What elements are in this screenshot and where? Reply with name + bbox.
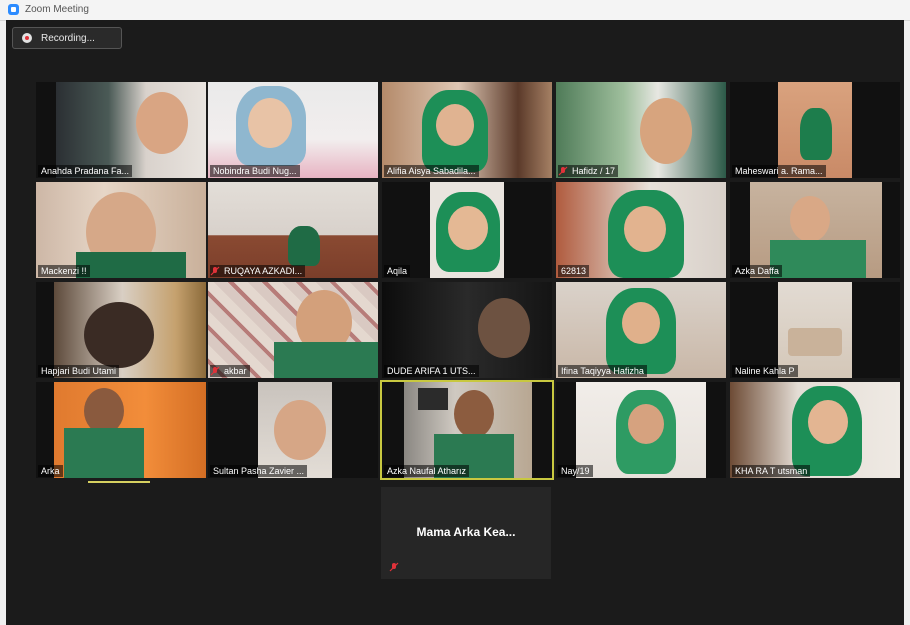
participant-name: Alifia Aisya Sabadila... xyxy=(384,165,479,177)
participant-face xyxy=(448,206,488,250)
participant-hijab xyxy=(800,108,832,160)
participant-tile[interactable]: Naline Kahla P xyxy=(730,282,900,378)
participant-name: Mackenzi !! xyxy=(38,265,90,277)
participant-video xyxy=(36,182,206,278)
participant-name: Azka Naufal Atharız xyxy=(384,465,470,477)
participant-face xyxy=(640,98,692,164)
participant-tile-no-video[interactable]: Mama Arka Kea... xyxy=(381,487,551,579)
participant-name: Sultan Pasha Zavier ... xyxy=(210,465,308,477)
muted-mic-icon xyxy=(389,562,399,572)
participant-face xyxy=(628,404,664,444)
participant-tile[interactable]: DUDE ARIFA 1 UTS... xyxy=(382,282,552,378)
participant-video xyxy=(54,382,206,478)
participant-video xyxy=(750,182,882,278)
participant-tile[interactable]: Ifina Taqiyya Hafizha xyxy=(556,282,726,378)
zoom-app-icon xyxy=(8,4,19,15)
participant-video xyxy=(208,282,378,378)
participant-video xyxy=(56,82,206,178)
participant-name: 62813 xyxy=(558,265,590,277)
participant-name: RUQAYA AZKADI... xyxy=(210,265,306,277)
participant-tile[interactable]: 62813 xyxy=(556,182,726,278)
participant-tile[interactable]: Nay/19 xyxy=(556,382,726,478)
participant-name: Maheswari a. Rama... xyxy=(732,165,826,177)
recording-indicator[interactable]: Recording... xyxy=(12,27,122,49)
wall-poster xyxy=(418,388,448,410)
participant-face xyxy=(248,98,292,148)
participant-hijab xyxy=(288,226,320,266)
audio-level-bar xyxy=(88,481,150,483)
participant-uniform xyxy=(770,240,866,278)
participant-name: Naline Kahla P xyxy=(732,365,798,377)
participant-name: Azka Daffa xyxy=(732,265,782,277)
participant-video xyxy=(556,82,726,178)
participant-video xyxy=(778,282,852,378)
participant-name: KHA RA T utsman xyxy=(732,465,811,477)
muted-mic-icon xyxy=(210,266,220,276)
participant-video xyxy=(382,282,552,378)
participant-video xyxy=(556,282,726,378)
participant-name: Nobindra Budi Nug... xyxy=(210,165,300,177)
participant-tile[interactable]: Arka xyxy=(36,382,206,478)
participant-tile-active-speaker[interactable]: Azka Naufal Atharız xyxy=(380,380,554,480)
participant-video xyxy=(208,182,378,278)
participant-uniform xyxy=(76,252,186,278)
participant-face xyxy=(622,302,660,344)
muted-mic-icon xyxy=(210,366,220,376)
participant-tile[interactable]: Hapjari Budi Utami xyxy=(36,282,206,378)
participant-name: Anahda Pradana Fa... xyxy=(38,165,133,177)
participant-tile[interactable]: Anahda Pradana Fa... xyxy=(36,82,206,178)
participant-video xyxy=(576,382,706,478)
participant-tile[interactable]: Hafidz / 17 xyxy=(556,82,726,178)
participant-tile[interactable]: RUQAYA AZKADI... xyxy=(208,182,378,278)
participant-tile[interactable]: Maheswari a. Rama... xyxy=(730,82,900,178)
recording-label: Recording... xyxy=(41,33,95,44)
participant-video xyxy=(208,82,378,178)
participant-name: Aqila xyxy=(384,265,411,277)
participant-tile[interactable]: Nobindra Budi Nug... xyxy=(208,82,378,178)
participant-tile[interactable]: akbar xyxy=(208,282,378,378)
participant-tile[interactable]: KHA RA T utsman xyxy=(730,382,900,478)
participant-face xyxy=(808,400,848,444)
participant-video xyxy=(430,182,504,278)
muted-mic-icon xyxy=(558,166,568,176)
participant-video xyxy=(54,282,206,378)
participant-name-large: Mama Arka Kea... xyxy=(416,525,516,539)
participant-video xyxy=(556,182,726,278)
participant-name: Nay/19 xyxy=(558,465,593,477)
participant-tile[interactable]: Azka Daffa xyxy=(730,182,900,278)
participant-face xyxy=(454,390,494,438)
participant-video xyxy=(730,382,900,478)
participant-face xyxy=(436,104,474,146)
title-bar: Zoom Meeting xyxy=(0,0,910,21)
participant-uniform xyxy=(274,342,378,378)
participant-face xyxy=(136,92,188,154)
participant-video xyxy=(778,82,852,178)
window-title: Zoom Meeting xyxy=(25,4,89,15)
participant-name: Hapjari Budi Utami xyxy=(38,365,120,377)
participant-face xyxy=(478,298,530,358)
record-icon xyxy=(22,33,32,43)
participant-uniform xyxy=(64,428,144,478)
participant-tile[interactable]: Alifia Aisya Sabadila... xyxy=(382,82,552,178)
participant-name: Arka xyxy=(38,465,63,477)
room-sofa xyxy=(788,328,842,356)
participant-tile[interactable]: Aqila xyxy=(382,182,552,278)
participant-name: Ifina Taqiyya Hafizha xyxy=(558,365,647,377)
participant-face xyxy=(790,196,830,242)
participant-video xyxy=(382,82,552,178)
participant-face xyxy=(624,206,666,252)
participant-face xyxy=(84,302,154,368)
participant-tile[interactable]: Mackenzi !! xyxy=(36,182,206,278)
participant-tile[interactable]: Sultan Pasha Zavier ... xyxy=(208,382,378,478)
participant-face xyxy=(274,400,326,460)
participant-video xyxy=(258,382,332,478)
participant-name: DUDE ARIFA 1 UTS... xyxy=(384,365,479,377)
participant-video xyxy=(404,382,532,478)
